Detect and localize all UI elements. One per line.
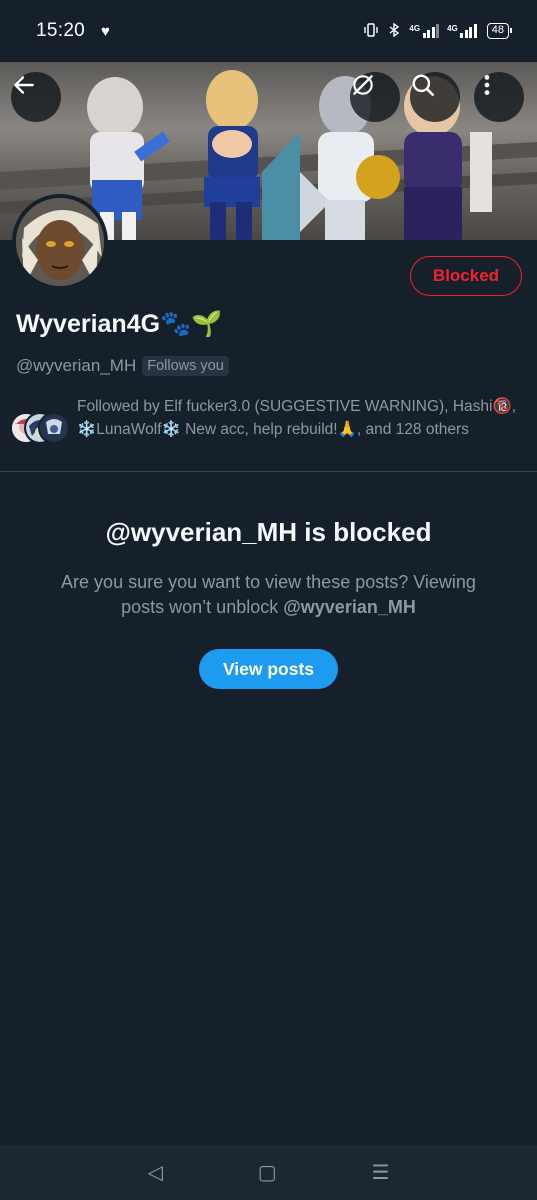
follower-avatars [10, 412, 72, 446]
bluetooth-icon [387, 22, 401, 40]
status-time: 15:20 [36, 20, 86, 41]
system-nav-bar: ◁ ▢ ☰ [0, 1145, 537, 1200]
status-bar: 15:20 ♥ 4G 4G 48 [0, 0, 537, 62]
blocked-subtitle-handle: @wyverian_MH [283, 597, 416, 617]
heart-icon: ♥ [101, 22, 110, 40]
nav-back-icon[interactable]: ◁ [147, 1160, 162, 1185]
handle: @wyverian_MH [16, 356, 137, 375]
signal-4g-icon: 4G [447, 24, 477, 38]
status-icons: 4G 4G 48 [363, 22, 513, 40]
more-button[interactable] [474, 72, 524, 122]
profile-avatar[interactable] [12, 194, 108, 290]
divider [0, 471, 537, 472]
follower-avatar [38, 412, 70, 444]
nav-recents-icon[interactable]: ☰ [372, 1160, 390, 1185]
network-label: 4G [447, 24, 458, 33]
back-button[interactable] [11, 72, 61, 122]
view-posts-button[interactable]: View posts [199, 649, 338, 689]
followers-text: Followed by Elf fucker3.0 (SUGGESTIVE WA… [77, 398, 517, 438]
network-label: 4G [409, 24, 421, 33]
blocked-title: @wyverian_MH is blocked [105, 517, 432, 547]
search-button[interactable] [410, 72, 460, 122]
handle-row: @wyverian_MH Follows you [16, 356, 229, 376]
signal-4g-icon: 4G [409, 24, 440, 38]
followers-you-know[interactable]: Followed by Elf fucker3.0 (SUGGESTIVE WA… [10, 396, 527, 446]
battery-indicator: 48 [486, 23, 513, 39]
avatar-image [16, 198, 104, 286]
no-spread-button[interactable] [350, 72, 400, 122]
follows-you-badge: Follows you [142, 356, 229, 376]
display-name: Wyverian4G🐾🌱 [16, 310, 223, 338]
blocked-button[interactable]: Blocked [410, 256, 522, 296]
nav-home-icon[interactable]: ▢ [258, 1160, 277, 1185]
vibrate-icon [363, 22, 379, 40]
blocked-subtitle: Are you sure you want to view these post… [40, 570, 497, 620]
